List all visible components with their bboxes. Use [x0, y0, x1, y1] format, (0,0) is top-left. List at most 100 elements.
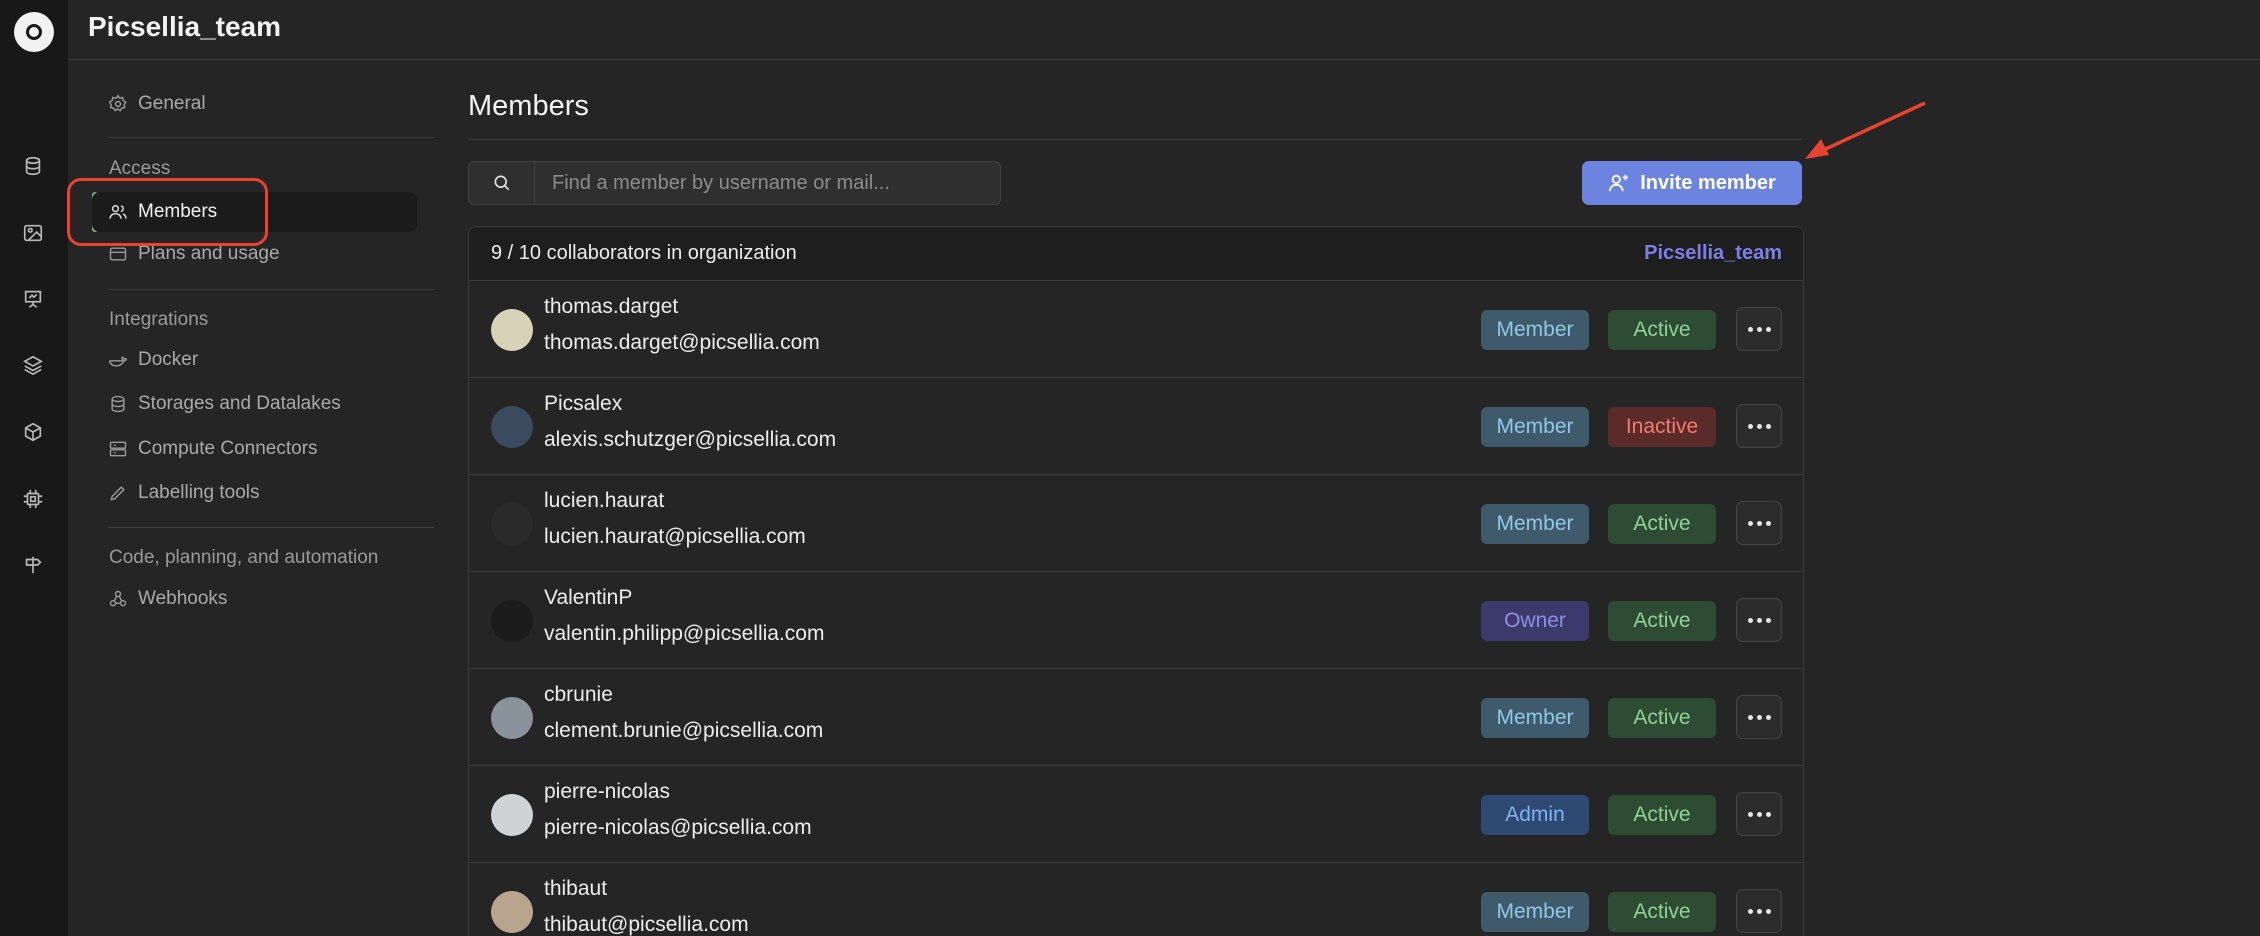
member-email: lucien.haurat@picsellia.com: [544, 525, 806, 548]
member-row: ValentinP valentin.philipp@picsellia.com O…: [469, 572, 1803, 669]
member-row: thomas.darget thomas.darget@picsellia.com…: [469, 281, 1803, 378]
status-badge: Inactive: [1608, 407, 1716, 447]
member-username: thomas.darget: [544, 295, 679, 318]
sidebar-item-compute-connectors[interactable]: Compute Connectors: [108, 431, 318, 467]
status-badge: Active: [1608, 795, 1716, 835]
member-search: [468, 161, 1001, 205]
more-options-button[interactable]: [1736, 598, 1782, 642]
sidebar-item-label: Compute Connectors: [138, 438, 318, 459]
role-badge[interactable]: Owner: [1481, 601, 1589, 641]
sidebar-item-label: General: [138, 93, 206, 114]
avatar: [491, 406, 533, 448]
more-options-button[interactable]: [1736, 695, 1782, 739]
member-row: cbrunie clement.brunie@picsellia.com Membe…: [469, 669, 1803, 766]
page-title: Members: [468, 90, 589, 122]
member-username: Picsalex: [544, 392, 623, 415]
sidebar-item-general[interactable]: General: [108, 86, 206, 122]
sidebar-item-webhooks[interactable]: Webhooks: [108, 581, 227, 617]
role-badge[interactable]: Member: [1481, 892, 1589, 932]
member-username: thibaut: [544, 877, 608, 900]
member-email: pierre-nicolas@picsellia.com: [544, 816, 812, 839]
avatar: [491, 309, 533, 351]
status-badge: Active: [1608, 698, 1716, 738]
status-badge: Active: [1608, 601, 1716, 641]
sidebar-item-docker[interactable]: Docker: [108, 342, 198, 378]
member-row: Picsalex alexis.schutzger@picsellia.com Me…: [469, 378, 1803, 475]
sidebar-item-labelling-tools[interactable]: Labelling tools: [108, 475, 259, 511]
status-badge: Active: [1608, 892, 1716, 932]
annotation-highlight-box: [67, 178, 268, 246]
sidebar-item-label: Webhooks: [138, 588, 228, 609]
app-logo-icon[interactable]: [14, 12, 54, 52]
member-email: clement.brunie@picsellia.com: [544, 719, 824, 742]
member-username: pierre-nicolas: [544, 780, 671, 803]
avatar: [491, 891, 533, 933]
role-badge[interactable]: Member: [1481, 310, 1589, 350]
search-icon: [469, 162, 535, 204]
members-table-header: 9 / 10 collaborators in organization Pic…: [469, 227, 1803, 281]
sidebar-item-label: Plans and usage: [138, 243, 280, 264]
server-icon: [109, 441, 127, 457]
collaborator-count: 9 / 10 collaborators in organization: [491, 242, 797, 264]
more-options-button[interactable]: [1736, 889, 1782, 933]
avatar: [491, 503, 533, 545]
status-badge: Active: [1608, 504, 1716, 544]
wallet-icon: [109, 247, 127, 261]
more-options-button[interactable]: [1736, 501, 1782, 545]
role-badge[interactable]: Admin: [1481, 795, 1589, 835]
user-plus-icon: [1609, 174, 1629, 192]
status-badge: Active: [1608, 310, 1716, 350]
sidebar-item-label: Labelling tools: [138, 482, 260, 503]
pencil-icon: [110, 486, 125, 501]
organization-link[interactable]: Picsellia_team: [1644, 242, 1782, 265]
sidebar-item-storages[interactable]: Storages and Datalakes: [108, 386, 341, 422]
annotation-arrow-icon: [1805, 101, 1926, 159]
cpu-icon[interactable]: [19, 485, 47, 513]
storage-icon: [111, 395, 125, 413]
webhook-icon: [109, 590, 127, 607]
role-badge[interactable]: Member: [1481, 698, 1589, 738]
database-icon[interactable]: [19, 152, 47, 180]
presentation-chart-icon[interactable]: [19, 285, 47, 313]
member-email: valentin.philipp@picsellia.com: [544, 622, 825, 645]
gear-icon: [108, 94, 127, 112]
layers-icon[interactable]: [19, 351, 47, 379]
sidebar-divider: [108, 137, 434, 138]
image-icon[interactable]: [19, 219, 47, 247]
invite-member-label: Invite member: [1640, 171, 1776, 194]
sidebar-divider: [108, 289, 434, 290]
section-access: Access: [109, 158, 171, 179]
more-options-button[interactable]: [1736, 307, 1782, 351]
top-header: Picsellia_team: [68, 0, 2260, 60]
more-options-button[interactable]: [1736, 792, 1782, 836]
members-list: thomas.darget thomas.darget@picsellia.com…: [469, 281, 1803, 936]
sidebar-item-label: Storages and Datalakes: [138, 393, 341, 414]
role-badge[interactable]: Member: [1481, 504, 1589, 544]
avatar: [491, 600, 533, 642]
organization-title: Picsellia_team: [88, 11, 282, 42]
title-divider: [468, 139, 1802, 140]
search-input[interactable]: [535, 162, 1000, 204]
member-username: ValentinP: [544, 586, 633, 609]
avatar: [491, 697, 533, 739]
role-badge[interactable]: Member: [1481, 407, 1589, 447]
member-row: thibaut thibaut@picsellia.com Member Active: [469, 863, 1803, 936]
member-username: cbrunie: [544, 683, 613, 706]
member-email: thibaut@picsellia.com: [544, 913, 749, 936]
member-row: pierre-nicolas pierre-nicolas@picsellia.c…: [469, 766, 1803, 863]
member-email: alexis.schutzger@picsellia.com: [544, 428, 837, 451]
member-row: lucien.haurat lucien.haurat@picsellia.com…: [469, 475, 1803, 572]
more-options-button[interactable]: [1736, 404, 1782, 448]
members-table: 9 / 10 collaborators in organization Pic…: [468, 226, 1804, 936]
sidebar-item-label: Docker: [138, 349, 199, 370]
section-integrations: Integrations: [109, 309, 209, 330]
signpost-icon[interactable]: [19, 551, 47, 579]
invite-member-button[interactable]: Invite member: [1582, 161, 1802, 205]
sidebar-divider: [108, 527, 434, 528]
icon-rail: [0, 0, 68, 936]
member-email: thomas.darget@picsellia.com: [544, 331, 820, 354]
box-add-icon[interactable]: [19, 418, 47, 446]
docker-icon: [108, 356, 128, 367]
member-username: lucien.haurat: [544, 489, 665, 512]
avatar: [491, 794, 533, 836]
